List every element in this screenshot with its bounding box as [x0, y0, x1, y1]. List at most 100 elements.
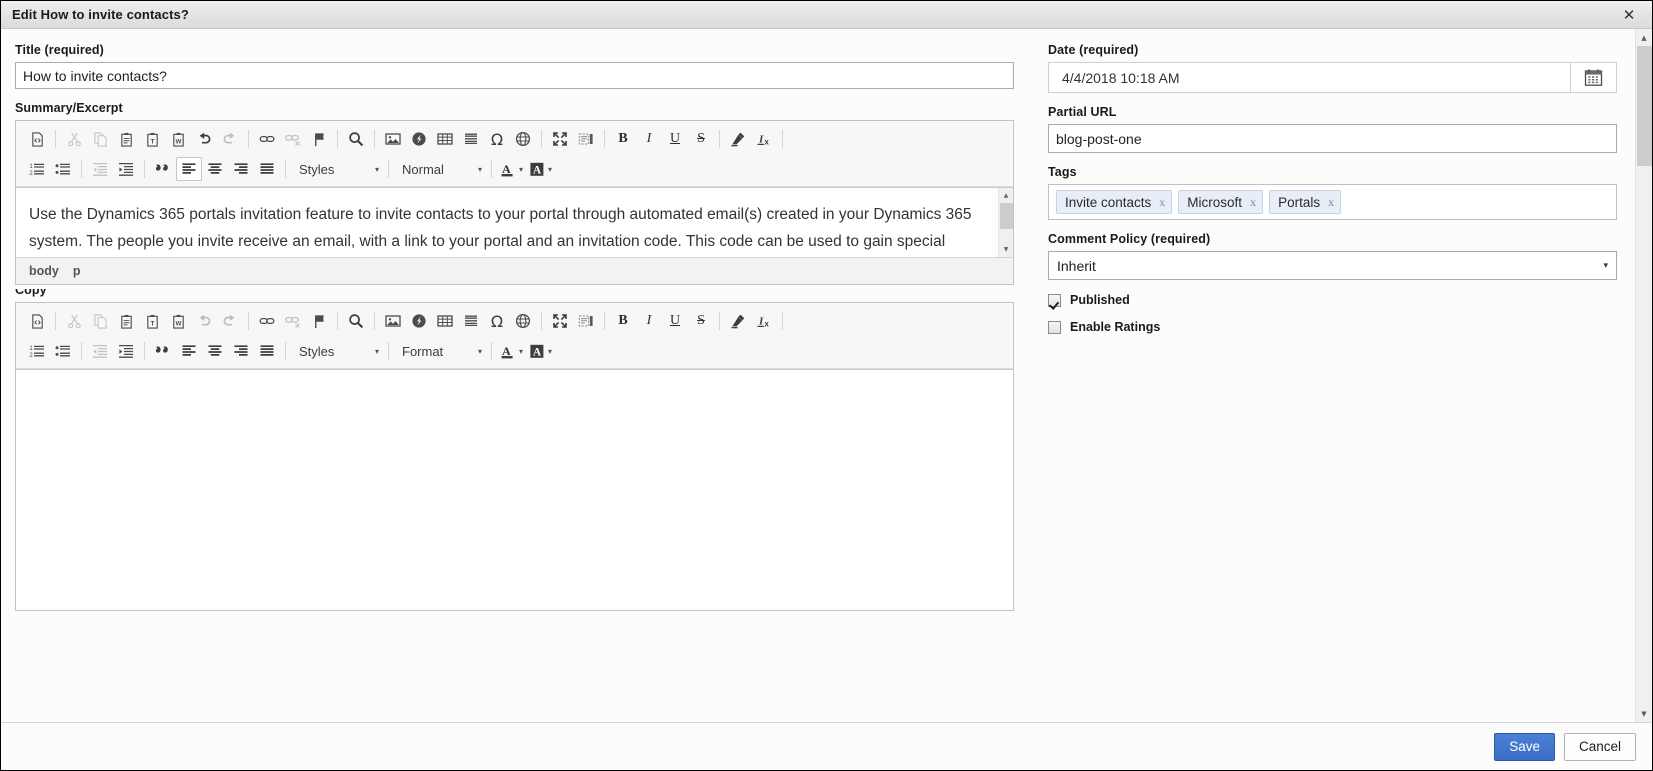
- blockquote-icon[interactable]: [150, 157, 176, 181]
- special-character-icon[interactable]: Ω: [484, 309, 510, 333]
- find-icon[interactable]: [343, 309, 369, 333]
- horizontal-rule-icon[interactable]: [458, 309, 484, 333]
- paste-text-icon[interactable]: T: [139, 127, 165, 151]
- strikethrough-icon[interactable]: S: [688, 309, 714, 333]
- scroll-down-arrow-icon[interactable]: ▼: [999, 242, 1013, 257]
- summary-editor-scrollbar[interactable]: ▲ ▼: [998, 188, 1013, 257]
- italic-icon[interactable]: I: [636, 309, 662, 333]
- source-icon[interactable]: [24, 309, 50, 333]
- element-path-p[interactable]: p: [73, 264, 81, 278]
- scroll-down-arrow-icon[interactable]: ▼: [1636, 705, 1652, 722]
- scroll-thumb[interactable]: [1000, 203, 1013, 229]
- title-input[interactable]: [15, 62, 1014, 89]
- summary-editor-text[interactable]: Use the Dynamics 365 portals invitation …: [16, 188, 1013, 257]
- italic-icon[interactable]: I: [636, 127, 662, 151]
- cut-icon[interactable]: [61, 309, 87, 333]
- redo-icon[interactable]: [217, 127, 243, 151]
- paste-icon[interactable]: [113, 309, 139, 333]
- find-icon[interactable]: [343, 127, 369, 151]
- anchor-icon[interactable]: [306, 127, 332, 151]
- unlink-icon[interactable]: [280, 127, 306, 151]
- maximize-icon[interactable]: [547, 309, 573, 333]
- undo-icon[interactable]: [191, 309, 217, 333]
- paste-word-icon[interactable]: W: [165, 309, 191, 333]
- table-icon[interactable]: [432, 127, 458, 151]
- align-center-icon[interactable]: [202, 157, 228, 181]
- copy-icon[interactable]: [87, 127, 113, 151]
- blockquote-icon[interactable]: [150, 339, 176, 363]
- tag-remove-icon[interactable]: x: [1159, 195, 1165, 210]
- anchor-icon[interactable]: [306, 309, 332, 333]
- styles-dropdown[interactable]: Styles ▾: [291, 157, 383, 181]
- date-input[interactable]: [1048, 62, 1570, 93]
- link-icon[interactable]: [254, 127, 280, 151]
- partial-url-input[interactable]: [1048, 124, 1617, 153]
- remove-format-icon[interactable]: [725, 127, 751, 151]
- paste-word-icon[interactable]: W: [165, 127, 191, 151]
- strikethrough-icon[interactable]: S: [688, 127, 714, 151]
- copy-editor-body[interactable]: [16, 369, 1013, 610]
- justify-icon[interactable]: [254, 339, 280, 363]
- flash-icon[interactable]: [406, 309, 432, 333]
- background-color-icon[interactable]: A ▾: [526, 157, 555, 181]
- indent-icon[interactable]: [113, 157, 139, 181]
- enable-ratings-checkbox-row[interactable]: Enable Ratings: [1048, 320, 1617, 334]
- copy-icon[interactable]: [87, 309, 113, 333]
- scroll-up-arrow-icon[interactable]: ▲: [999, 188, 1013, 203]
- published-checkbox-row[interactable]: Published: [1048, 293, 1617, 307]
- bulleted-list-icon[interactable]: [50, 339, 76, 363]
- format-dropdown[interactable]: Normal ▾: [394, 157, 486, 181]
- text-color-icon[interactable]: A ▾: [497, 339, 526, 363]
- comment-policy-select[interactable]: Inherit ▾: [1048, 251, 1617, 280]
- iframe-icon[interactable]: [510, 127, 536, 151]
- align-center-icon[interactable]: [202, 339, 228, 363]
- image-icon[interactable]: [380, 127, 406, 151]
- underline-icon[interactable]: U: [662, 309, 688, 333]
- iframe-icon[interactable]: [510, 309, 536, 333]
- indent-icon[interactable]: [113, 339, 139, 363]
- maximize-icon[interactable]: [547, 127, 573, 151]
- redo-icon[interactable]: [217, 309, 243, 333]
- flash-icon[interactable]: [406, 127, 432, 151]
- undo-icon[interactable]: [191, 127, 217, 151]
- numbered-list-icon[interactable]: 12: [24, 157, 50, 181]
- underline-icon[interactable]: U: [662, 127, 688, 151]
- scroll-thumb[interactable]: [1637, 46, 1652, 166]
- align-left-icon[interactable]: [176, 157, 202, 181]
- tag-chip[interactable]: Invite contacts x: [1056, 190, 1173, 214]
- show-blocks-icon[interactable]: [573, 127, 599, 151]
- align-right-icon[interactable]: [228, 339, 254, 363]
- tag-chip[interactable]: Microsoft x: [1178, 190, 1264, 214]
- image-icon[interactable]: [380, 309, 406, 333]
- scroll-up-arrow-icon[interactable]: ▲: [1636, 29, 1652, 46]
- outdent-icon[interactable]: [87, 339, 113, 363]
- paste-icon[interactable]: [113, 127, 139, 151]
- source-icon[interactable]: [24, 127, 50, 151]
- format-dropdown[interactable]: Format ▾: [394, 339, 486, 363]
- bulleted-list-icon[interactable]: [50, 157, 76, 181]
- justify-icon[interactable]: [254, 157, 280, 181]
- close-icon[interactable]: ✕: [1606, 1, 1652, 28]
- align-left-icon[interactable]: [176, 339, 202, 363]
- tag-remove-icon[interactable]: x: [1328, 195, 1334, 210]
- enable-ratings-checkbox[interactable]: [1048, 320, 1061, 334]
- link-icon[interactable]: [254, 309, 280, 333]
- cancel-button[interactable]: Cancel: [1563, 732, 1636, 761]
- outdent-icon[interactable]: [87, 157, 113, 181]
- cut-icon[interactable]: [61, 127, 87, 151]
- unlink-icon[interactable]: [280, 309, 306, 333]
- remove-format-icon[interactable]: [725, 309, 751, 333]
- bold-icon[interactable]: B: [610, 309, 636, 333]
- dialog-scrollbar[interactable]: ▲ ▼: [1635, 29, 1652, 722]
- horizontal-rule-icon[interactable]: [458, 127, 484, 151]
- text-clear-icon[interactable]: Ix: [751, 127, 777, 151]
- published-checkbox[interactable]: [1048, 293, 1061, 307]
- background-color-icon[interactable]: A ▾: [526, 339, 555, 363]
- tags-input[interactable]: Invite contacts x Microsoft x Portals x: [1048, 184, 1617, 220]
- paste-text-icon[interactable]: T: [139, 309, 165, 333]
- summary-editor-body[interactable]: Use the Dynamics 365 portals invitation …: [16, 187, 1013, 257]
- numbered-list-icon[interactable]: 12: [24, 339, 50, 363]
- copy-editor-text[interactable]: [16, 370, 1013, 383]
- calendar-icon[interactable]: [1570, 62, 1617, 93]
- bold-icon[interactable]: B: [610, 127, 636, 151]
